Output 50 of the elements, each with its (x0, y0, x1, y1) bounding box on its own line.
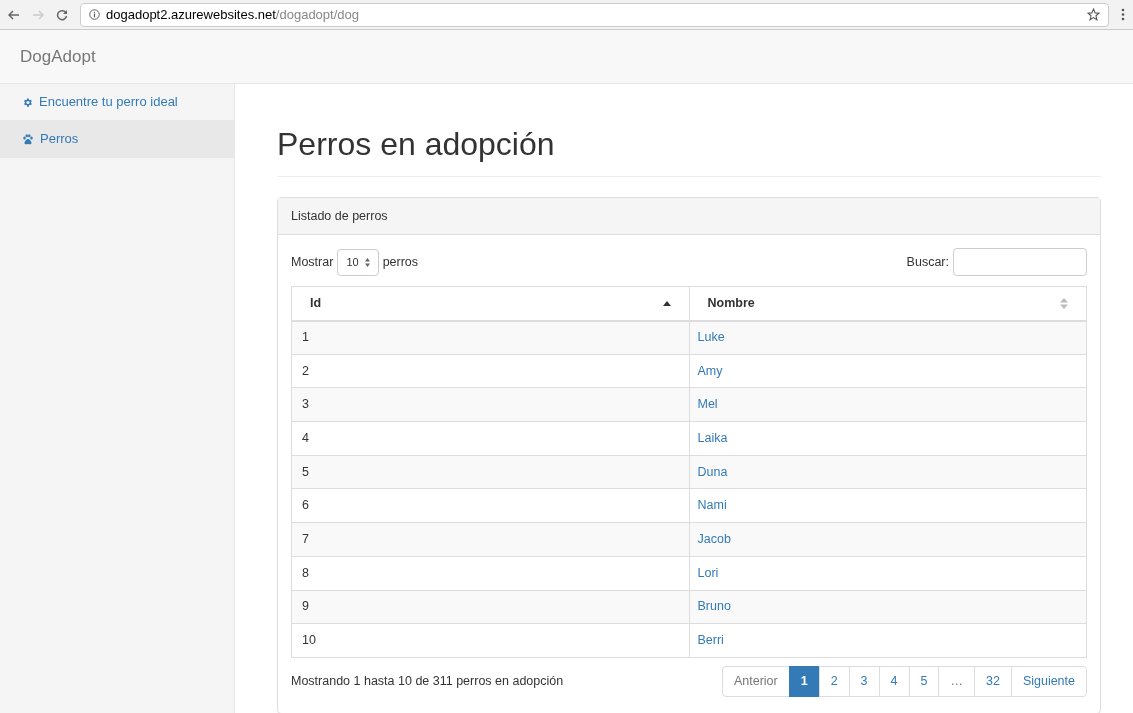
page-button[interactable]: Siguiente (1010, 665, 1087, 697)
sidebar-item[interactable]: Perros (0, 121, 234, 158)
back-icon[interactable] (8, 8, 20, 21)
brand[interactable]: DogAdopt (20, 43, 96, 70)
length-label: perros (382, 253, 419, 271)
menu-icon[interactable] (1121, 8, 1125, 21)
column-header[interactable]: Id (291, 286, 689, 321)
table-cell: 4 (291, 421, 689, 456)
page-button: Anterior (721, 665, 790, 697)
page-button[interactable]: 32 (973, 665, 1012, 697)
dog-link[interactable]: Amy (697, 363, 723, 378)
page-button[interactable]: 2 (818, 665, 850, 697)
stepper-icon (364, 257, 370, 267)
table-cell: 5 (291, 455, 689, 489)
table-cell: 8 (291, 556, 689, 590)
length-select[interactable]: 10 (337, 248, 379, 276)
table-cell: 2 (291, 354, 689, 388)
dog-link[interactable]: Luke (697, 330, 725, 345)
page-button[interactable]: 3 (848, 665, 880, 697)
info-icon[interactable] (89, 9, 100, 20)
page-button[interactable]: 4 (878, 665, 910, 697)
search-label: Buscar: (906, 253, 949, 271)
table-cell: 1 (291, 320, 689, 355)
table-cell: 7 (291, 522, 689, 557)
page-button: … (938, 665, 975, 697)
url-text: dogadopt2.azurewebsites.net/dogadopt/dog (106, 5, 359, 24)
table-cell: 3 (291, 387, 689, 422)
address-bar[interactable]: dogadopt2.azurewebsites.net/dogadopt/dog (80, 2, 1109, 27)
dog-link[interactable]: Duna (697, 464, 728, 479)
dog-link[interactable]: Berri (697, 633, 724, 648)
table-cell: 10 (291, 623, 689, 658)
dog-link[interactable]: Lori (697, 565, 719, 580)
table-info: Mostrando 1 hasta 10 de 311 perros en adopción (291, 673, 564, 690)
length-label: Mostrar (291, 253, 334, 271)
star-icon[interactable] (1087, 8, 1100, 21)
gear-icon (22, 96, 33, 108)
page-button[interactable]: 1 (788, 665, 820, 697)
table-cell: 6 (291, 488, 689, 523)
dog-link[interactable]: Mel (697, 397, 718, 412)
reload-icon[interactable] (56, 8, 68, 21)
page-title: Perros en adopción (277, 120, 1101, 177)
column-header[interactable]: Nombre (689, 286, 1087, 321)
paw-icon (22, 133, 34, 145)
dog-link[interactable]: Jacob (697, 532, 731, 547)
table-cell: 9 (291, 590, 689, 624)
search-field[interactable] (953, 248, 1087, 276)
dog-link[interactable]: Laika (697, 431, 728, 446)
dog-link[interactable]: Nami (697, 498, 727, 513)
panel-heading: Listado de perros (278, 198, 1100, 235)
dog-link[interactable]: Bruno (697, 599, 731, 614)
